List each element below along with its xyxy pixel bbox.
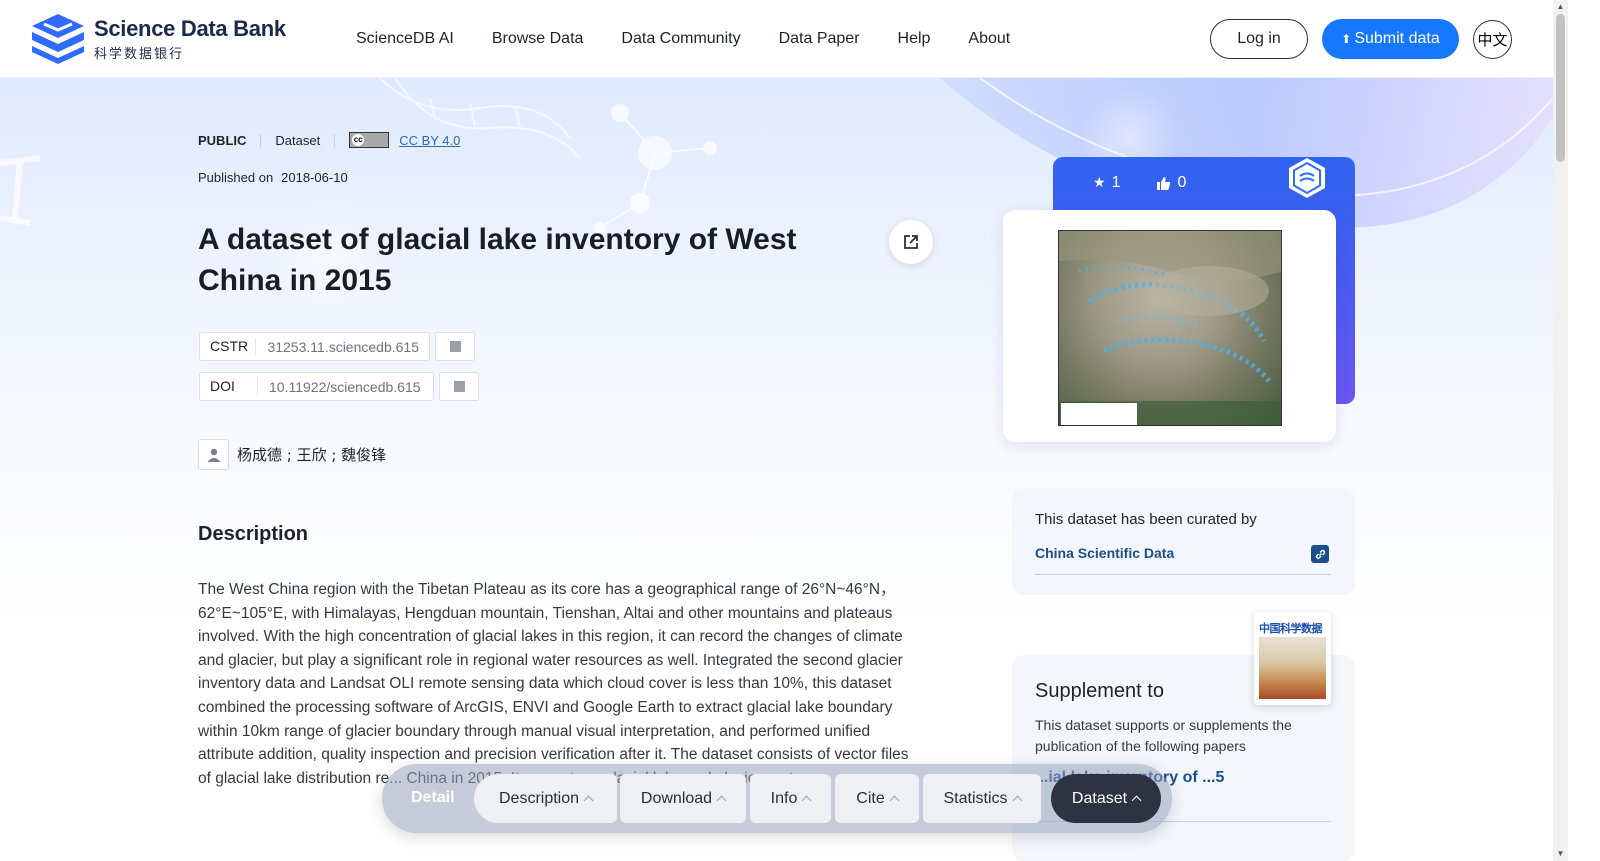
copy-icon	[450, 378, 465, 392]
submit-data-button[interactable]: ⬆ Submit data	[1322, 19, 1459, 59]
chevron-up-icon	[1131, 795, 1142, 806]
cstr-label: CSTR	[200, 338, 257, 355]
divider	[260, 133, 262, 147]
copy-icon	[446, 338, 461, 352]
like-count[interactable]: 0	[1156, 174, 1186, 192]
journal-cover-image[interactable]: 中国科学数据	[1254, 612, 1331, 705]
dataset-meta: PUBLIC Dataset cc CC BY 4.0	[198, 132, 460, 148]
tab-statistics-label: Statistics	[943, 789, 1008, 807]
star-icon: ★	[1093, 175, 1106, 191]
nav-data-community[interactable]: Data Community	[621, 30, 740, 48]
curated-by-card: This dataset has been curated by China S…	[1012, 488, 1355, 595]
main-nav: ScienceDB AI Browse Data Data Community …	[356, 30, 1048, 48]
tab-download[interactable]: Download	[620, 774, 746, 823]
divider	[334, 133, 336, 147]
link-icon[interactable]	[1311, 545, 1329, 563]
tab-statistics[interactable]: Statistics	[923, 774, 1041, 823]
journal-cover-illustration	[1259, 637, 1326, 699]
scrollbar-thumb[interactable]	[1556, 14, 1565, 162]
tab-description[interactable]: Description	[474, 774, 617, 823]
star-value: 1	[1111, 174, 1121, 191]
nav-help[interactable]: Help	[898, 30, 931, 48]
published-date: Published on 2018-06-10	[198, 170, 348, 185]
chevron-up-icon	[716, 795, 727, 806]
nav-about[interactable]: About	[968, 30, 1010, 48]
tab-dataset-label: Dataset	[1071, 789, 1128, 807]
supplement-heading: Supplement to	[1035, 680, 1164, 702]
certification-badge-icon	[1289, 158, 1325, 198]
tab-dataset[interactable]: Dataset	[1051, 774, 1161, 823]
authors-row: 杨成德 ; 王欣 ; 魏俊锋	[198, 439, 386, 470]
authors-list[interactable]: 杨成德 ; 王欣 ; 魏俊锋	[237, 444, 386, 465]
tab-cite-label: Cite	[856, 789, 885, 807]
doi-identifier: DOI 10.11922/sciencedb.615	[199, 372, 434, 401]
tab-info[interactable]: Info	[750, 774, 831, 823]
tab-cite[interactable]: Cite	[835, 774, 919, 823]
logo-title: Science Data Bank	[94, 16, 286, 41]
page-scrollbar[interactable]: ▲ ▼	[1553, 0, 1568, 861]
stats-row: ★ 1 0	[1093, 174, 1222, 192]
cstr-identifier: CSTR 31253.11.sciencedb.615	[199, 332, 430, 361]
logo-subtitle: 科学数据银行	[94, 46, 185, 61]
upload-icon: ⬆	[1341, 32, 1352, 46]
external-link-icon	[904, 235, 918, 249]
nav-browse-data[interactable]: Browse Data	[492, 30, 584, 48]
submit-data-label: Submit data	[1354, 30, 1440, 47]
tab-description-label: Description	[498, 789, 580, 807]
curator-link[interactable]: China Scientific Data	[1035, 545, 1174, 561]
creative-commons-icon: cc	[349, 132, 390, 148]
login-button[interactable]: Log in	[1210, 19, 1308, 59]
divider	[1035, 574, 1331, 575]
thumbs-up-icon	[1157, 176, 1171, 190]
tab-download-label: Download	[640, 789, 713, 807]
dataset-type-label: Dataset	[275, 132, 321, 148]
tab-bar-title: Detail	[411, 789, 455, 806]
copy-doi-button[interactable]	[439, 372, 479, 401]
cstr-value: 31253.11.sciencedb.615	[267, 338, 419, 355]
scroll-up-arrow-icon[interactable]: ▲	[1556, 2, 1565, 12]
nav-data-paper[interactable]: Data Paper	[779, 30, 860, 48]
doi-value: 10.11922/sciencedb.615	[269, 378, 421, 395]
dataset-title: A dataset of glacial lake inventory of W…	[198, 223, 797, 297]
copy-cstr-button[interactable]	[435, 332, 475, 361]
journal-title: 中国科学数据	[1259, 622, 1323, 635]
license-link[interactable]: CC BY 4.0	[399, 133, 460, 148]
chevron-up-icon	[801, 795, 812, 806]
doi-label: DOI	[200, 378, 258, 395]
share-button[interactable]	[889, 220, 933, 264]
site-logo[interactable]: Science Data Bank 科学数据银行	[30, 12, 286, 66]
nav-sciencedb-ai[interactable]: ScienceDB AI	[356, 30, 454, 48]
published-value: 2018-06-10	[281, 170, 348, 185]
chevron-up-icon	[583, 795, 594, 806]
supplement-text: This dataset supports or supplements the…	[1035, 717, 1292, 754]
chevron-up-icon	[889, 795, 900, 806]
science-data-bank-logo-icon	[32, 14, 84, 64]
chevron-up-icon	[1012, 795, 1022, 806]
like-value: 0	[1177, 174, 1187, 191]
site-header: Science Data Bank 科学数据银行 ScienceDB AI Br…	[0, 0, 1553, 78]
star-count[interactable]: ★ 1	[1093, 174, 1120, 192]
description-text: The West China region with the Tibetan P…	[198, 581, 909, 787]
map-illustration	[1059, 231, 1281, 425]
curated-by-text: This dataset has been curated by	[1035, 511, 1257, 528]
visibility-label: PUBLIC	[198, 132, 247, 148]
description-heading: Description	[198, 523, 309, 545]
scroll-down-arrow-icon[interactable]: ▼	[1556, 849, 1565, 859]
tab-info-label: Info	[770, 789, 798, 807]
language-switch-button[interactable]: 中文	[1473, 20, 1512, 59]
section-tab-bar: Detail Description Download Info Cite St…	[382, 764, 1172, 833]
user-icon	[198, 439, 229, 470]
published-label: Published on	[198, 170, 274, 185]
glacial-lake-map-image[interactable]	[1058, 230, 1282, 426]
